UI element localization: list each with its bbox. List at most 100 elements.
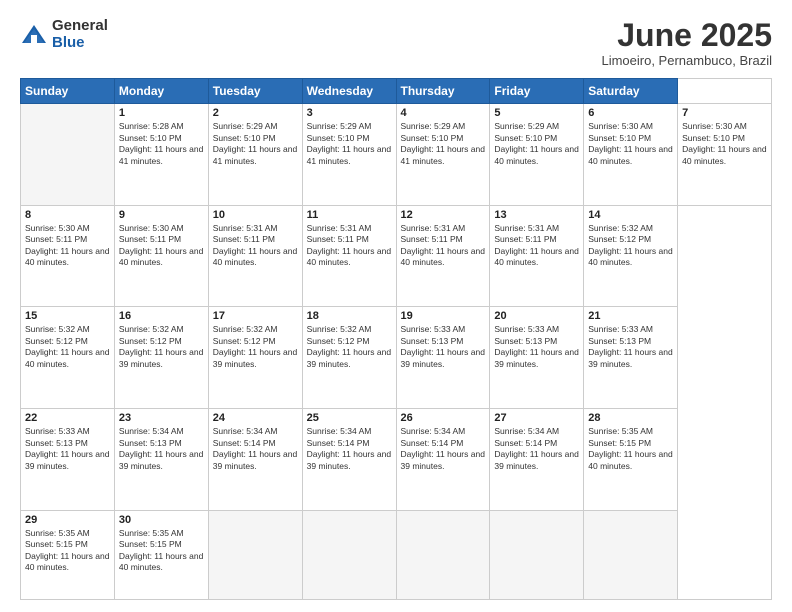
day-number: 9 xyxy=(119,209,204,221)
day-number: 17 xyxy=(213,310,298,322)
day-number: 25 xyxy=(307,412,392,424)
table-row: 28Sunrise: 5:35 AM Sunset: 5:15 PM Dayli… xyxy=(584,409,678,511)
table-row: 17 Sunrise: 5:32 AM Sunset: 5:12 PM Dayli… xyxy=(208,307,302,409)
day-number: 18 xyxy=(307,310,392,322)
table-row: 22Sunrise: 5:33 AM Sunset: 5:13 PM Dayli… xyxy=(21,409,115,511)
day-info: Sunrise: 5:31 AM Sunset: 5:11 PM Dayligh… xyxy=(213,223,298,269)
day-info: Sunrise: 5:32 AM Sunset: 5:12 PM Dayligh… xyxy=(213,324,298,370)
day-info: Sunrise: 5:31 AM Sunset: 5:11 PM Dayligh… xyxy=(494,223,579,269)
table-row xyxy=(490,510,584,599)
table-row: 11 Sunrise: 5:31 AM Sunset: 5:11 PM Dayli… xyxy=(302,205,396,307)
week-row-4: 22Sunrise: 5:33 AM Sunset: 5:13 PM Dayli… xyxy=(21,409,772,511)
title-block: June 2025 Limoeiro, Pernambuco, Brazil xyxy=(601,18,772,68)
day-info: Sunrise: 5:32 AM Sunset: 5:12 PM Dayligh… xyxy=(25,324,110,370)
month-title: June 2025 xyxy=(601,18,772,53)
day-number: 23 xyxy=(119,412,204,424)
day-info: Sunrise: 5:32 AM Sunset: 5:12 PM Dayligh… xyxy=(119,324,204,370)
day-number: 21 xyxy=(588,310,673,322)
day-info: Sunrise: 5:33 AM Sunset: 5:13 PM Dayligh… xyxy=(25,426,110,472)
table-row: 3 Sunrise: 5:29 AM Sunset: 5:10 PM Daylig… xyxy=(302,104,396,206)
day-number: 2 xyxy=(213,107,298,119)
logo-blue: Blue xyxy=(52,35,108,52)
day-info: Sunrise: 5:34 AM Sunset: 5:13 PM Dayligh… xyxy=(119,426,204,472)
header: General Blue June 2025 Limoeiro, Pernamb… xyxy=(20,18,772,68)
week-row-3: 15 Sunrise: 5:32 AM Sunset: 5:12 PM Dayli… xyxy=(21,307,772,409)
day-number: 29 xyxy=(25,514,110,526)
day-info: Sunrise: 5:33 AM Sunset: 5:13 PM Dayligh… xyxy=(588,324,673,370)
location: Limoeiro, Pernambuco, Brazil xyxy=(601,53,772,68)
week-row-5: 29 Sunrise: 5:35 AM Sunset: 5:15 PM Dayli… xyxy=(21,510,772,599)
week-row-1: 1 Sunrise: 5:28 AM Sunset: 5:10 PM Daylig… xyxy=(21,104,772,206)
day-info: Sunrise: 5:30 AM Sunset: 5:10 PM Dayligh… xyxy=(588,121,673,167)
day-number: 8 xyxy=(25,209,110,221)
col-saturday: Saturday xyxy=(584,79,678,104)
day-info: Sunrise: 5:29 AM Sunset: 5:10 PM Dayligh… xyxy=(401,121,486,167)
day-info: Sunrise: 5:33 AM Sunset: 5:13 PM Dayligh… xyxy=(494,324,579,370)
day-number: 10 xyxy=(213,209,298,221)
day-number: 16 xyxy=(119,310,204,322)
day-info: Sunrise: 5:30 AM Sunset: 5:11 PM Dayligh… xyxy=(119,223,204,269)
week-row-2: 8 Sunrise: 5:30 AM Sunset: 5:11 PM Daylig… xyxy=(21,205,772,307)
table-row: 5 Sunrise: 5:29 AM Sunset: 5:10 PM Daylig… xyxy=(490,104,584,206)
calendar-header-row: Sunday Monday Tuesday Wednesday Thursday… xyxy=(21,79,772,104)
table-row: 27 Sunrise: 5:34 AM Sunset: 5:14 PM Dayli… xyxy=(490,409,584,511)
day-info: Sunrise: 5:29 AM Sunset: 5:10 PM Dayligh… xyxy=(494,121,579,167)
day-number: 3 xyxy=(307,107,392,119)
day-info: Sunrise: 5:34 AM Sunset: 5:14 PM Dayligh… xyxy=(494,426,579,472)
table-row: 26 Sunrise: 5:34 AM Sunset: 5:14 PM Dayli… xyxy=(396,409,490,511)
day-number: 28 xyxy=(588,412,673,424)
day-info: Sunrise: 5:31 AM Sunset: 5:11 PM Dayligh… xyxy=(401,223,486,269)
col-tuesday: Tuesday xyxy=(208,79,302,104)
table-row: 14 Sunrise: 5:32 AM Sunset: 5:12 PM Dayli… xyxy=(584,205,678,307)
day-number: 1 xyxy=(119,107,204,119)
day-number: 30 xyxy=(119,514,204,526)
table-row: 23 Sunrise: 5:34 AM Sunset: 5:13 PM Dayli… xyxy=(114,409,208,511)
table-row xyxy=(584,510,678,599)
day-info: Sunrise: 5:28 AM Sunset: 5:10 PM Dayligh… xyxy=(119,121,204,167)
table-row: 21 Sunrise: 5:33 AM Sunset: 5:13 PM Dayli… xyxy=(584,307,678,409)
table-row: 30Sunrise: 5:35 AM Sunset: 5:15 PM Dayli… xyxy=(114,510,208,599)
table-row: 16 Sunrise: 5:32 AM Sunset: 5:12 PM Dayli… xyxy=(114,307,208,409)
day-number: 4 xyxy=(401,107,486,119)
table-row xyxy=(208,510,302,599)
table-row: 12Sunrise: 5:31 AM Sunset: 5:11 PM Dayli… xyxy=(396,205,490,307)
table-row: 15 Sunrise: 5:32 AM Sunset: 5:12 PM Dayli… xyxy=(21,307,115,409)
table-row: 13 Sunrise: 5:31 AM Sunset: 5:11 PM Dayli… xyxy=(490,205,584,307)
table-row: 19Sunrise: 5:33 AM Sunset: 5:13 PM Dayli… xyxy=(396,307,490,409)
day-info: Sunrise: 5:31 AM Sunset: 5:11 PM Dayligh… xyxy=(307,223,392,269)
table-row: 1 Sunrise: 5:28 AM Sunset: 5:10 PM Daylig… xyxy=(114,104,208,206)
day-info: Sunrise: 5:29 AM Sunset: 5:10 PM Dayligh… xyxy=(307,121,392,167)
day-number: 11 xyxy=(307,209,392,221)
day-number: 6 xyxy=(588,107,673,119)
day-info: Sunrise: 5:35 AM Sunset: 5:15 PM Dayligh… xyxy=(25,528,110,574)
day-number: 13 xyxy=(494,209,579,221)
logo: General Blue xyxy=(20,18,108,51)
day-info: Sunrise: 5:32 AM Sunset: 5:12 PM Dayligh… xyxy=(307,324,392,370)
day-info: Sunrise: 5:34 AM Sunset: 5:14 PM Dayligh… xyxy=(401,426,486,472)
logo-icon xyxy=(20,21,48,49)
table-row: 9 Sunrise: 5:30 AM Sunset: 5:11 PM Daylig… xyxy=(114,205,208,307)
day-number: 5 xyxy=(494,107,579,119)
table-row: 10 Sunrise: 5:31 AM Sunset: 5:11 PM Dayli… xyxy=(208,205,302,307)
col-sunday: Sunday xyxy=(21,79,115,104)
table-row: 24Sunrise: 5:34 AM Sunset: 5:14 PM Dayli… xyxy=(208,409,302,511)
table-row: 2 Sunrise: 5:29 AM Sunset: 5:10 PM Daylig… xyxy=(208,104,302,206)
table-row xyxy=(302,510,396,599)
day-info: Sunrise: 5:34 AM Sunset: 5:14 PM Dayligh… xyxy=(307,426,392,472)
table-row xyxy=(396,510,490,599)
logo-general: General xyxy=(52,18,108,35)
day-info: Sunrise: 5:34 AM Sunset: 5:14 PM Dayligh… xyxy=(213,426,298,472)
table-row: 29 Sunrise: 5:35 AM Sunset: 5:15 PM Dayli… xyxy=(21,510,115,599)
day-number: 15 xyxy=(25,310,110,322)
table-row: 20 Sunrise: 5:33 AM Sunset: 5:13 PM Dayli… xyxy=(490,307,584,409)
day-number: 27 xyxy=(494,412,579,424)
table-row: 4 Sunrise: 5:29 AM Sunset: 5:10 PM Daylig… xyxy=(396,104,490,206)
day-info: Sunrise: 5:29 AM Sunset: 5:10 PM Dayligh… xyxy=(213,121,298,167)
day-number: 20 xyxy=(494,310,579,322)
day-info: Sunrise: 5:30 AM Sunset: 5:10 PM Dayligh… xyxy=(682,121,767,167)
day-info: Sunrise: 5:33 AM Sunset: 5:13 PM Dayligh… xyxy=(401,324,486,370)
day-number: 26 xyxy=(401,412,486,424)
day-number: 14 xyxy=(588,209,673,221)
day-info: Sunrise: 5:32 AM Sunset: 5:12 PM Dayligh… xyxy=(588,223,673,269)
page: General Blue June 2025 Limoeiro, Pernamb… xyxy=(0,0,792,612)
